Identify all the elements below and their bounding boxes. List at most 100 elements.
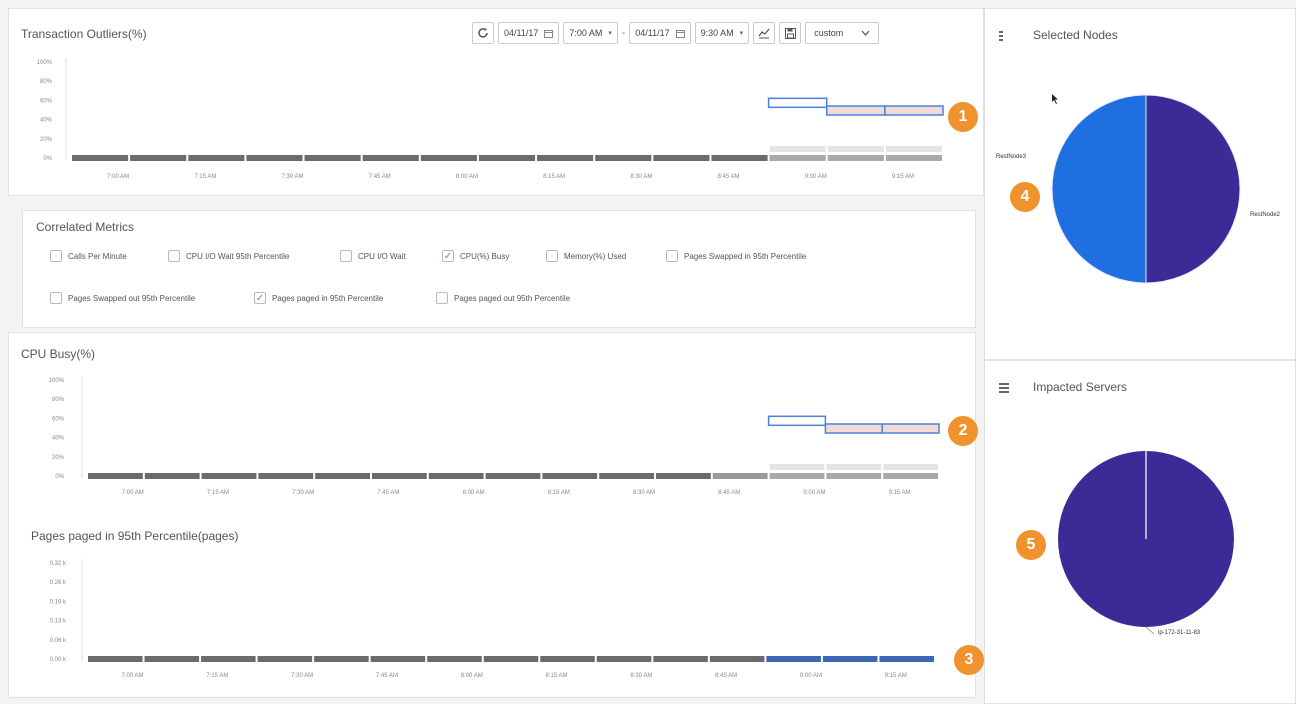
x-tick-label: 7:45 AM [376, 673, 398, 679]
y-tick-label: 80% [52, 397, 65, 403]
dashboard: Transaction Outliers(%) 04/11/17 7:00 AM… [0, 0, 1296, 704]
y-tick-label: 20% [52, 455, 65, 461]
data-bar [201, 473, 257, 479]
y-tick-label: 0% [43, 156, 52, 162]
y-tick-label: 0.00 k [50, 657, 67, 663]
data-bar [72, 155, 129, 161]
data-bar [540, 656, 595, 662]
data-bar [712, 473, 768, 479]
x-tick-label: 9:00 AM [803, 490, 825, 496]
y-tick-label: 0.19 k [50, 599, 67, 605]
y-tick-label: 80% [40, 79, 53, 85]
data-bar [542, 473, 598, 479]
data-bar [144, 473, 200, 479]
y-tick-label: 60% [52, 416, 65, 422]
selected-nodes-pie-slice [1051, 94, 1147, 284]
x-tick-label: 7:00 AM [122, 490, 144, 496]
pie-label-leader [1145, 626, 1155, 635]
x-tick-label: 8:45 AM [718, 490, 740, 496]
x-tick-label: 7:00 AM [107, 174, 129, 180]
x-tick-label: 8:00 AM [456, 174, 478, 180]
data-bar [246, 155, 303, 161]
data-bar [826, 473, 882, 479]
y-tick-label: 0.32 k [50, 561, 67, 567]
data-bar [709, 656, 765, 662]
x-tick-label: 8:15 AM [543, 174, 565, 180]
data-bar [420, 155, 477, 161]
outlier-box [884, 105, 944, 116]
selected-nodes-pie-slice [1145, 94, 1241, 284]
data-bar [478, 155, 536, 161]
y-tick-label: 100% [37, 60, 53, 66]
x-tick-label: 8:15 AM [546, 673, 568, 679]
callout-badge-2: 2 [948, 416, 978, 446]
x-tick-label: 8:00 AM [463, 490, 485, 496]
data-bar-shadow [826, 464, 882, 470]
data-bar [883, 473, 938, 479]
data-bar [428, 473, 484, 479]
x-tick-label: 7:00 AM [122, 673, 144, 679]
data-bar [88, 473, 143, 479]
x-tick-label: 8:30 AM [633, 490, 655, 496]
data-bar [314, 656, 369, 662]
data-bar [653, 656, 708, 662]
x-tick-label: 8:15 AM [548, 490, 570, 496]
y-tick-label: 40% [52, 436, 65, 442]
x-tick-label: 9:15 AM [889, 490, 911, 496]
x-tick-label: 7:15 AM [194, 174, 216, 180]
data-bar-shadow [769, 464, 825, 470]
charts-canvas: 100%80%60%40%20%0%7:00 AM 7:15 AM 7:30 AM 7… [37, 58, 1241, 679]
data-bar [315, 473, 370, 479]
pie-label-server: ip-172-31-11-83 [1158, 630, 1201, 636]
data-bar [766, 656, 821, 662]
data-bar [258, 473, 314, 479]
x-tick-label: 7:45 AM [377, 490, 399, 496]
data-bar [653, 155, 710, 161]
data-bar-shadow [885, 146, 942, 152]
data-bar [485, 473, 541, 479]
callout-badge-3: 3 [954, 645, 984, 675]
mouse-cursor-icon [1052, 94, 1058, 104]
pie-label-restnode3: RestNode3 [996, 154, 1027, 160]
data-bar-shadow [883, 464, 938, 470]
x-tick-label: 9:15 AM [885, 673, 907, 679]
data-bar [370, 656, 426, 662]
data-bar [88, 656, 143, 662]
x-tick-label: 7:15 AM [207, 490, 229, 496]
data-bar [130, 155, 187, 161]
data-bar [595, 155, 652, 161]
x-tick-label: 7:30 AM [292, 490, 314, 496]
data-bar [656, 473, 711, 479]
outlier-box [881, 423, 940, 434]
y-tick-label: 0.26 k [50, 580, 67, 586]
outlier-box [767, 97, 828, 109]
data-bar [427, 656, 482, 662]
y-tick-label: 0.06 k [50, 638, 67, 644]
y-tick-label: 40% [40, 118, 53, 124]
x-tick-label: 9:00 AM [800, 673, 822, 679]
x-tick-label: 7:30 AM [282, 174, 304, 180]
outlier-box [767, 415, 827, 427]
data-bar [188, 155, 245, 161]
data-bar [257, 656, 313, 662]
data-bar [362, 155, 419, 161]
callout-badge-4: 4 [1010, 182, 1040, 212]
data-bar [885, 155, 942, 161]
callout-badge-5: 5 [1016, 530, 1046, 560]
y-tick-label: 100% [49, 378, 65, 384]
callout-badge-1: 1 [948, 102, 978, 132]
y-tick-label: 0% [55, 474, 64, 480]
data-bar [201, 656, 256, 662]
data-bar [769, 473, 825, 479]
y-tick-label: 60% [40, 98, 53, 104]
data-bar [827, 155, 884, 161]
data-bar [596, 656, 652, 662]
pie-label-restnode2: RestNode2 [1250, 212, 1281, 218]
y-tick-label: 0.13 k [50, 619, 67, 625]
data-bar [537, 155, 594, 161]
data-bar [483, 656, 539, 662]
data-bar [144, 656, 200, 662]
data-bar-shadow [769, 146, 826, 152]
data-bar [769, 155, 826, 161]
data-bar [822, 656, 878, 662]
